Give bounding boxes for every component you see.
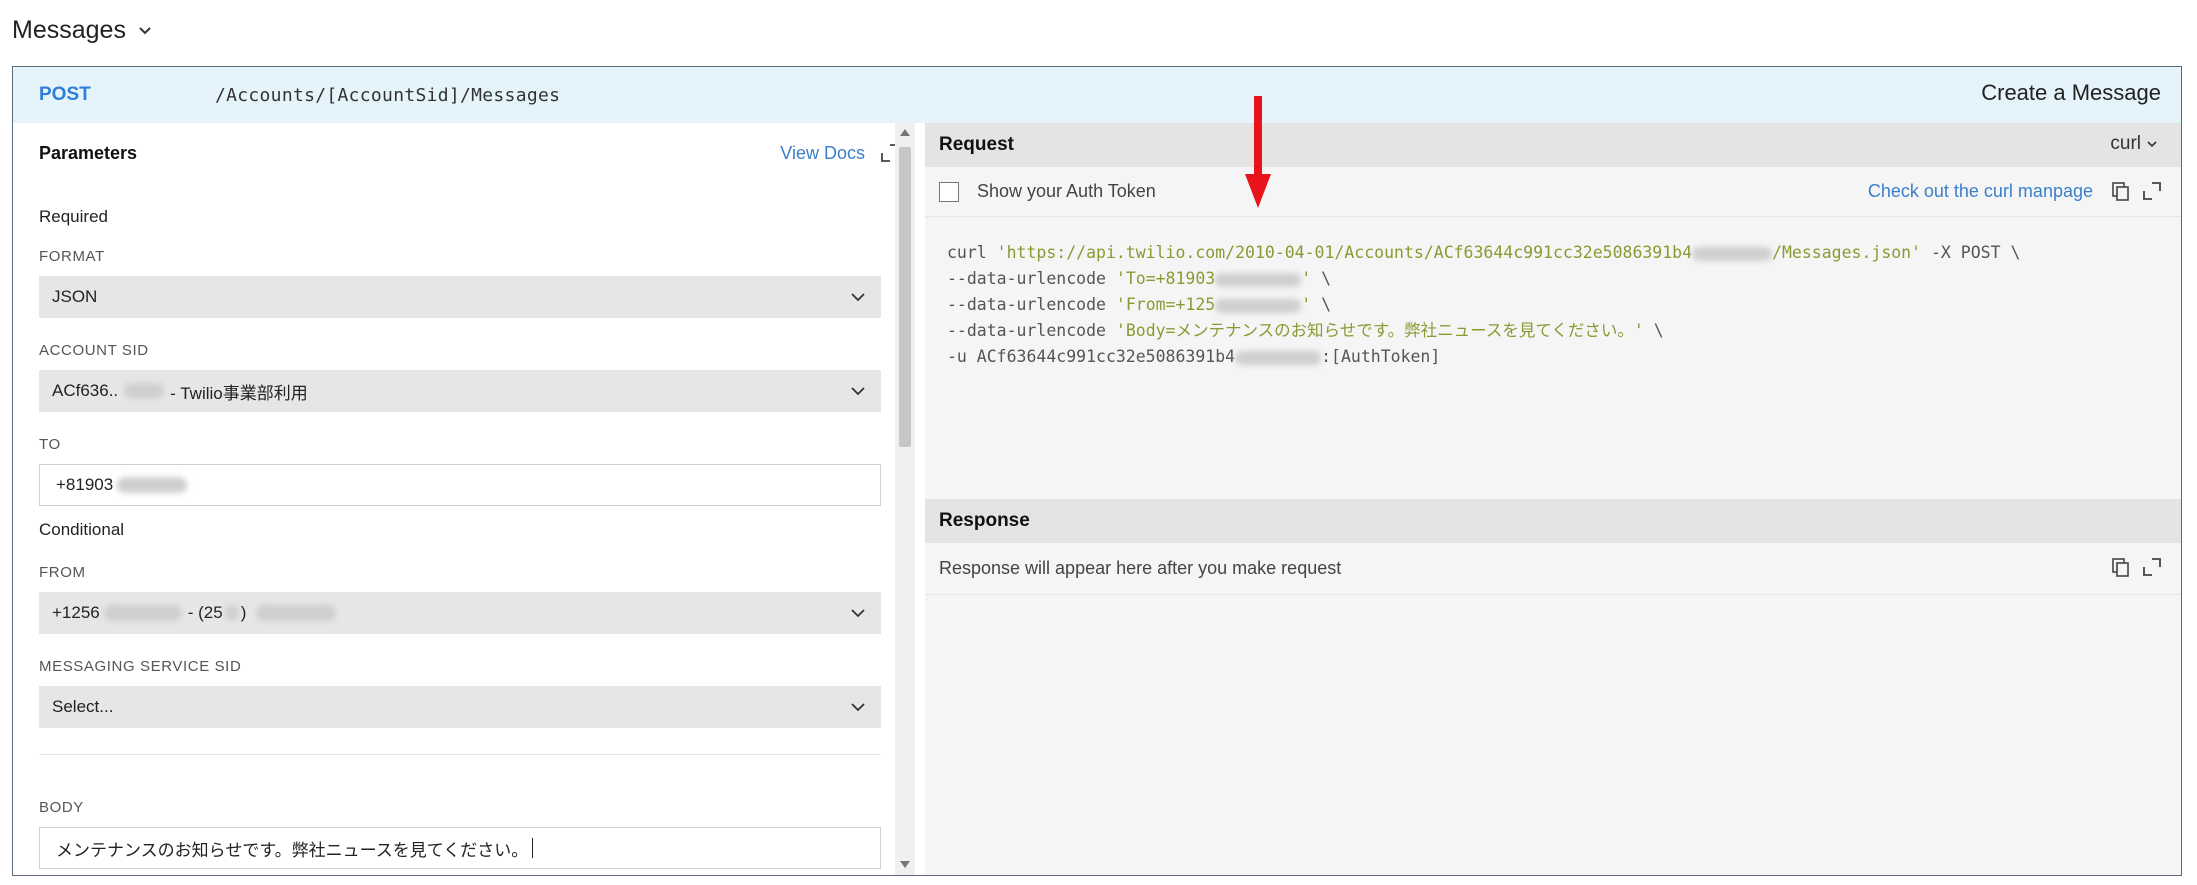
- endpoint-path: /Accounts/[AccountSid]/Messages: [215, 84, 561, 106]
- code-text: --data-urlencode: [947, 321, 1116, 340]
- show-auth-token-checkbox[interactable]: [939, 181, 959, 202]
- copy-icon[interactable]: [2109, 556, 2131, 578]
- parameters-panel: Parameters View Docs Required FORMAT JSO…: [13, 123, 915, 875]
- to-input[interactable]: +81903: [39, 464, 881, 506]
- format-label: FORMAT: [39, 248, 105, 265]
- parameters-title: Parameters: [39, 142, 138, 163]
- api-explorer-panel: POST /Accounts/[AccountSid]/Messages Cre…: [12, 66, 2182, 876]
- account-sid-label: ACCOUNT SID: [39, 342, 149, 359]
- redacted-text: [1235, 350, 1322, 365]
- language-select[interactable]: curl: [2110, 133, 2159, 155]
- annotation-arrow-icon: [1245, 96, 1271, 208]
- body-input[interactable]: メンテナンスのお知らせです。弊社ニュースを見てください。: [39, 827, 881, 869]
- code-string: 'From=+125: [1115, 295, 1216, 314]
- chevron-down-icon: [851, 293, 865, 302]
- format-value: JSON: [52, 287, 98, 306]
- chevron-down-icon: [851, 387, 865, 396]
- code-text: -X POST \: [1921, 243, 2021, 262]
- from-select[interactable]: +1256 - (25 ): [39, 592, 881, 634]
- code-text: curl: [947, 243, 997, 262]
- chevron-down-icon: [2147, 141, 2157, 148]
- code-string: 'https://api.twilio.com/2010-04-01/Accou…: [996, 243, 1693, 262]
- account-sid-value-prefix: ACf636..: [52, 381, 119, 400]
- code-text: \: [1311, 295, 1332, 314]
- redacted-text: [1215, 298, 1302, 313]
- response-body: Response will appear here after you make…: [925, 543, 2181, 595]
- messaging-service-sid-value: Select...: [52, 697, 114, 716]
- curl-manpage-link[interactable]: Check out the curl manpage: [1868, 181, 2093, 202]
- account-sid-select[interactable]: ACf636.. - Twilio事業部利用: [39, 370, 881, 412]
- code-string: ': [1301, 295, 1312, 314]
- redacted-text: [224, 605, 239, 621]
- body-value: メンテナンスのお知らせです。弊社ニュースを見てください。: [56, 840, 529, 860]
- page-title: Messages: [12, 15, 126, 44]
- scrollbar-thumb[interactable]: [899, 147, 911, 447]
- to-label: TO: [39, 436, 61, 453]
- body-label: BODY: [39, 799, 84, 816]
- messaging-service-sid-select[interactable]: Select...: [39, 686, 881, 728]
- scroll-down-arrow-icon[interactable]: [900, 861, 910, 868]
- endpoint-bar: POST /Accounts/[AccountSid]/Messages Cre…: [13, 67, 2181, 123]
- redacted-text: [1215, 272, 1302, 287]
- redacted-text: [256, 605, 337, 621]
- language-value: curl: [2110, 133, 2141, 154]
- view-docs-link[interactable]: View Docs: [780, 143, 865, 164]
- code-text: :[AuthToken]: [1321, 347, 1441, 366]
- operation-title: Create a Message: [1981, 80, 2161, 105]
- from-label: FROM: [39, 564, 86, 581]
- code-text: \: [1311, 269, 1332, 288]
- code-string: /Messages.json': [1772, 243, 1922, 262]
- from-value-prefix: +1256: [52, 603, 100, 622]
- from-value-mid: - (25: [187, 603, 223, 622]
- response-title: Response: [939, 510, 1030, 531]
- from-value-close: ): [240, 603, 247, 622]
- scroll-up-arrow-icon[interactable]: [900, 129, 910, 136]
- code-text: -u ACf63644c991cc32e5086391b4: [947, 347, 1236, 366]
- redacted-text: [1692, 246, 1773, 261]
- copy-icon[interactable]: [2109, 180, 2131, 202]
- code-string: 'To=+81903: [1115, 269, 1216, 288]
- to-value-prefix: +81903: [56, 475, 114, 494]
- code-string: ': [1301, 269, 1312, 288]
- http-method: POST: [39, 84, 91, 105]
- expand-icon[interactable]: [2141, 180, 2163, 202]
- code-text: --data-urlencode: [947, 295, 1116, 314]
- page-title-dropdown[interactable]: Messages: [12, 10, 154, 50]
- chevron-down-icon: [851, 703, 865, 712]
- request-header: Request curl: [925, 123, 2181, 167]
- request-response-panel: Request curl Show your Auth Token Check …: [925, 123, 2181, 875]
- code-text: \: [1643, 321, 1664, 340]
- show-auth-token-label: Show your Auth Token: [977, 181, 1156, 201]
- section-divider: [39, 754, 881, 755]
- chevron-down-icon: [139, 27, 151, 35]
- response-placeholder: Response will appear here after you make…: [939, 558, 1342, 578]
- chevron-down-icon: [851, 609, 865, 618]
- request-title: Request: [939, 134, 1014, 155]
- auth-token-row: Show your Auth Token Check out the curl …: [925, 167, 2181, 217]
- redacted-text: [124, 383, 165, 399]
- curl-code-block: curl 'https://api.twilio.com/2010-04-01/…: [947, 240, 2167, 370]
- account-sid-value-suffix: - Twilio事業部利用: [170, 383, 308, 403]
- redacted-text: [103, 605, 182, 621]
- code-text: --data-urlencode: [947, 269, 1116, 288]
- parameters-header: Parameters View Docs: [39, 133, 901, 173]
- conditional-section-label: Conditional: [39, 520, 125, 539]
- redacted-text: [117, 477, 188, 493]
- response-header: Response: [925, 499, 2181, 543]
- required-section-label: Required: [39, 207, 108, 226]
- messaging-service-sid-label: MESSAGING SERVICE SID: [39, 658, 242, 675]
- code-string: 'Body=メンテナンスのお知らせです。弊社ニュースを見てください。': [1115, 321, 1644, 340]
- expand-icon[interactable]: [2141, 556, 2163, 578]
- format-select[interactable]: JSON: [39, 276, 881, 318]
- text-cursor: [532, 838, 534, 858]
